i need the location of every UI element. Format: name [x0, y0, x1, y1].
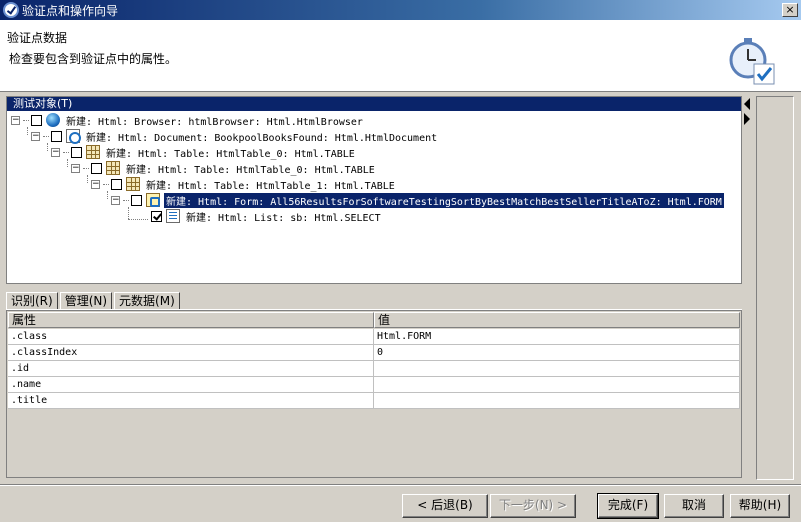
column-header-value[interactable]: 值	[374, 312, 740, 328]
side-panel	[756, 96, 794, 480]
table-header: 属性 值	[8, 312, 740, 328]
help-button[interactable]: 帮助(H)	[730, 494, 790, 518]
tree-node-table[interactable]: − 新建: Html: Table: HtmlTable_1: Html.TAB…	[91, 176, 397, 192]
cancel-button[interactable]: 取消	[664, 494, 724, 518]
document-icon	[66, 129, 81, 144]
node-label: 新建: Html: Browser: htmlBrowser: Html.Htm…	[66, 116, 363, 128]
node-label: 新建: Html: Table: HtmlTable_0: Html.TABLE	[106, 148, 355, 160]
tree-connector	[107, 191, 108, 199]
table-row[interactable]: .id	[8, 361, 740, 377]
globe-icon	[46, 113, 60, 127]
node-checkbox[interactable]	[111, 178, 122, 190]
panel-toggle[interactable]	[744, 98, 754, 128]
tab-strip: 识别(R) 管理(N) 元数据(M)	[6, 292, 182, 311]
table-body: .class Html.FORM .classIndex 0 .id .name…	[8, 329, 740, 409]
property-value[interactable]: Html.FORM	[374, 329, 740, 345]
tree-node-browser[interactable]: − 新建: Html: Browser: htmlBrowser: Html.H…	[11, 112, 365, 128]
property-value[interactable]: 0	[374, 345, 740, 361]
table-icon	[106, 161, 120, 175]
collapse-toggle[interactable]: −	[31, 131, 40, 141]
property-name: .id	[8, 361, 374, 377]
property-name: .class	[8, 329, 374, 345]
form-icon	[146, 193, 160, 207]
tree-header: 测试对象(T)	[7, 97, 741, 111]
collapse-left-icon[interactable]	[744, 98, 750, 110]
test-object-tree[interactable]: 测试对象(T) − 新建: Html: Browser: htmlBrowser…	[6, 96, 742, 284]
collapse-toggle[interactable]: −	[71, 163, 80, 173]
table-row[interactable]: .title	[8, 393, 740, 409]
collapse-toggle[interactable]: −	[11, 115, 20, 125]
tree-node-document[interactable]: − 新建: Html: Document: BookpoolBooksFound…	[31, 128, 439, 144]
back-button[interactable]: < 后退(B)	[402, 494, 488, 518]
app-icon	[3, 2, 19, 18]
table-row[interactable]: .class Html.FORM	[8, 329, 740, 345]
page-title: 验证点数据	[7, 31, 68, 45]
property-name: .title	[8, 393, 374, 409]
node-checkbox[interactable]	[151, 210, 162, 222]
property-name: .classIndex	[8, 345, 374, 361]
expand-right-icon[interactable]	[744, 113, 750, 125]
tree-connector	[27, 127, 28, 135]
property-value[interactable]	[374, 361, 740, 377]
tree-node-list[interactable]: 新建: Html: List: sb: Html.SELECT	[151, 208, 383, 224]
node-checkbox[interactable]	[71, 146, 82, 158]
node-label: 新建: Html: List: sb: Html.SELECT	[186, 212, 381, 224]
table-row[interactable]: .name	[8, 377, 740, 393]
tree-connector	[128, 207, 129, 219]
collapse-toggle[interactable]: −	[51, 147, 60, 157]
tab-metadata[interactable]: 元数据(M)	[114, 292, 180, 310]
tab-administration[interactable]: 管理(N)	[59, 292, 113, 310]
collapse-toggle[interactable]: −	[111, 195, 120, 205]
window-title: 验证点和操作向导	[22, 4, 119, 18]
node-label: 新建: Html: Table: HtmlTable_0: Html.TABLE	[126, 164, 375, 176]
node-label: 新建: Html: Form: All56ResultsForSoftwareT…	[164, 192, 724, 208]
node-label: 新建: Html: Document: BookpoolBooksFound: …	[86, 132, 438, 144]
page-description: 检查要包含到验证点中的属性。	[9, 52, 178, 66]
title-bar: 验证点和操作向导 ×	[0, 0, 801, 20]
stopwatch-check-icon	[729, 38, 775, 85]
property-table[interactable]: 属性 值 .class Html.FORM .classIndex 0 .id …	[6, 310, 742, 478]
finish-button[interactable]: 完成(F)	[597, 493, 659, 519]
list-icon	[166, 209, 180, 223]
tree-node-table[interactable]: − 新建: Html: Table: HtmlTable_0: Html.TAB…	[71, 160, 377, 176]
tree-connector	[128, 219, 148, 220]
node-checkbox[interactable]	[131, 194, 142, 206]
tree-connector	[47, 143, 48, 151]
close-button[interactable]: ×	[782, 3, 798, 17]
tree-node-form[interactable]: − 新建: Html: Form: All56ResultsForSoftwar…	[111, 192, 724, 208]
property-value[interactable]	[374, 393, 740, 409]
property-name: .name	[8, 377, 374, 393]
node-checkbox[interactable]	[31, 114, 42, 126]
table-icon	[126, 177, 140, 191]
node-checkbox[interactable]	[91, 162, 102, 174]
next-button[interactable]: 下一步(N) >	[490, 494, 576, 518]
collapse-toggle[interactable]: −	[91, 179, 100, 189]
column-header-property[interactable]: 属性	[8, 312, 374, 328]
node-checkbox[interactable]	[51, 130, 62, 142]
wizard-header: 验证点数据 检查要包含到验证点中的属性。	[0, 20, 801, 92]
table-row[interactable]: .classIndex 0	[8, 345, 740, 361]
tree-connector	[87, 175, 88, 183]
node-label: 新建: Html: Table: HtmlTable_1: Html.TABLE	[146, 180, 395, 192]
property-value[interactable]	[374, 377, 740, 393]
tree-connector	[67, 159, 68, 167]
tree-node-table[interactable]: − 新建: Html: Table: HtmlTable_0: Html.TAB…	[51, 144, 357, 160]
table-icon	[86, 145, 100, 159]
